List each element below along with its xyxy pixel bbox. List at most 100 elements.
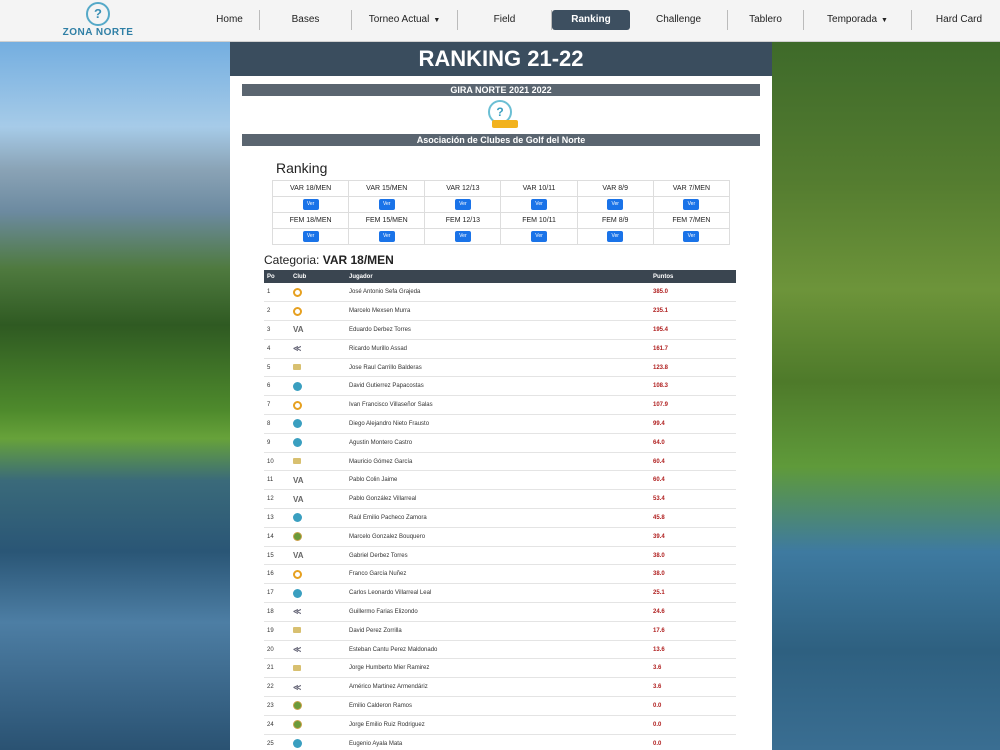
col-header-player: Jugador [346, 270, 650, 283]
view-category-button[interactable]: Ver [683, 231, 700, 242]
category-cell: Ver [576, 196, 654, 213]
nav-item-label: Challenge [655, 14, 702, 25]
points-cell: 3.6 [650, 677, 736, 698]
background-left [0, 42, 230, 750]
table-row: 18 ≪ Guillermo Farias Elizondo 24.6 [264, 602, 736, 622]
club-cell [290, 395, 346, 416]
club-cell: VA [290, 546, 346, 566]
position-cell: 15 [264, 546, 290, 566]
club-cell: VA [290, 320, 346, 340]
nav-item-label: Field [493, 14, 516, 25]
category-cell: Ver [348, 196, 426, 213]
table-row: 16 Franco García Nuñez 38.0 [264, 564, 736, 585]
club-cell [290, 715, 346, 735]
nav-item-hard-card[interactable]: Hard Card [912, 10, 1000, 30]
club-logo-icon: ≪ [293, 682, 302, 692]
category-label-row: FEM 18/MEN FEM 15/MEN FEM 12/13 FEM 10/11 FE… [271, 212, 731, 229]
view-category-button[interactable]: Ver [378, 231, 395, 242]
club-logo-icon: ≪ [293, 645, 302, 655]
nav-item-label: Temporada [827, 14, 878, 25]
view-category-button[interactable]: Ver [607, 231, 624, 242]
position-cell: 20 [264, 640, 290, 660]
player-cell: Jose Raul Carrillo Balderas [346, 358, 650, 378]
category-grid: VAR 18/MEN VAR 15/MEN VAR 12/13 VAR 10/11 VA… [271, 180, 731, 245]
player-cell: Gabriel Derbez Torres [346, 546, 650, 566]
player-cell: Ricardo Murillo Assad [346, 339, 650, 359]
club-cell [290, 696, 346, 716]
club-logo-icon [293, 438, 302, 448]
nav-item-ranking[interactable]: Ranking [552, 10, 630, 30]
club-cell: VA [290, 489, 346, 510]
position-cell: 17 [264, 583, 290, 604]
view-category-button[interactable]: Ver [454, 199, 471, 210]
caret-down-icon: ▼ [433, 17, 441, 24]
view-category-button[interactable]: Ver [683, 199, 700, 210]
club-cell [290, 621, 346, 641]
points-cell: 39.4 [650, 527, 736, 547]
club-logo-icon [293, 458, 301, 465]
category-label-row: VAR 18/MEN VAR 15/MEN VAR 12/13 VAR 10/11 VA… [271, 180, 731, 197]
points-cell: 385.0 [650, 283, 736, 303]
view-category-button[interactable]: Ver [531, 231, 548, 242]
nav-item-challenge[interactable]: Challenge [630, 10, 728, 30]
view-category-button[interactable]: Ver [531, 199, 548, 210]
view-category-button[interactable]: Ver [454, 231, 471, 242]
category-label: VAR 8/9 [576, 180, 654, 197]
points-cell: 107.9 [650, 395, 736, 416]
club-cell: ≪ [290, 640, 346, 660]
site-logo[interactable]: ? ZONA NORTE [60, 2, 136, 40]
view-category-button[interactable]: Ver [302, 231, 319, 242]
category-label: FEM 8/9 [576, 212, 654, 229]
category-label: Categoria: [264, 253, 320, 267]
club-logo-icon [293, 720, 302, 730]
club-logo-icon: VA [293, 551, 304, 561]
table-row: 25 Eugenio Ayala Mata 0.0 [264, 734, 736, 750]
col-header-club: Club [290, 270, 346, 283]
player-cell: David Perez Zorrilla [346, 621, 650, 641]
category-label: VAR 12/13 [424, 180, 502, 197]
view-category-button[interactable]: Ver [607, 199, 624, 210]
category-label: FEM 7/MEN [652, 212, 731, 229]
player-cell: Marcelo Mexsen Murra [346, 301, 650, 322]
category-cell: Ver [652, 228, 731, 245]
club-cell [290, 376, 346, 397]
table-row: 19 David Perez Zorrilla 17.6 [264, 621, 736, 641]
position-cell: 6 [264, 376, 290, 397]
category-value: VAR 18/MEN [322, 253, 394, 267]
points-cell: 53.4 [650, 489, 736, 510]
nav-item-temporada[interactable]: Temporada ▼ [804, 10, 912, 30]
club-cell [290, 452, 346, 472]
nav-item-bases[interactable]: Bases [260, 10, 352, 30]
category-title: Categoria: VAR 18/MEN [264, 253, 772, 267]
club-cell: ≪ [290, 602, 346, 622]
position-cell: 13 [264, 508, 290, 528]
points-cell: 161.7 [650, 339, 736, 359]
club-logo-icon [293, 419, 302, 429]
nav-item-tablero[interactable]: Tablero [728, 10, 804, 30]
category-label: VAR 18/MEN [271, 180, 350, 197]
category-label: VAR 7/MEN [652, 180, 731, 197]
nav-item-torneo-actual[interactable]: Torneo Actual ▼ [352, 10, 458, 30]
position-cell: 25 [264, 734, 290, 750]
category-button-row: Ver Ver Ver Ver Ver Ver [271, 228, 731, 245]
nav-item-field[interactable]: Field [458, 10, 552, 30]
club-logo-icon [293, 569, 302, 579]
table-row: 7 Ivan Francisco Villaseñor Salas 107.9 [264, 395, 736, 416]
col-header-po: Po [264, 270, 290, 283]
view-category-button[interactable]: Ver [378, 199, 395, 210]
table-row: 8 Diego Alejandro Nieto Frausto 99.4 [264, 414, 736, 434]
view-category-button[interactable]: Ver [302, 199, 319, 210]
club-cell [290, 658, 346, 679]
player-cell: José Antonio Sefa Grajeda [346, 283, 650, 303]
tour-subtitle: GIRA NORTE 2021 2022 [242, 84, 760, 96]
player-cell: Carlos Leonardo Villarreal Leal [346, 583, 650, 604]
points-cell: 13.6 [650, 640, 736, 660]
category-cell: Ver [348, 228, 426, 245]
points-cell: 123.8 [650, 358, 736, 378]
points-cell: 60.4 [650, 470, 736, 491]
position-cell: 7 [264, 395, 290, 416]
points-cell: 235.1 [650, 301, 736, 322]
points-cell: 195.4 [650, 320, 736, 340]
ranking-heading: Ranking [276, 160, 328, 176]
nav-item-home[interactable]: Home [200, 10, 260, 30]
